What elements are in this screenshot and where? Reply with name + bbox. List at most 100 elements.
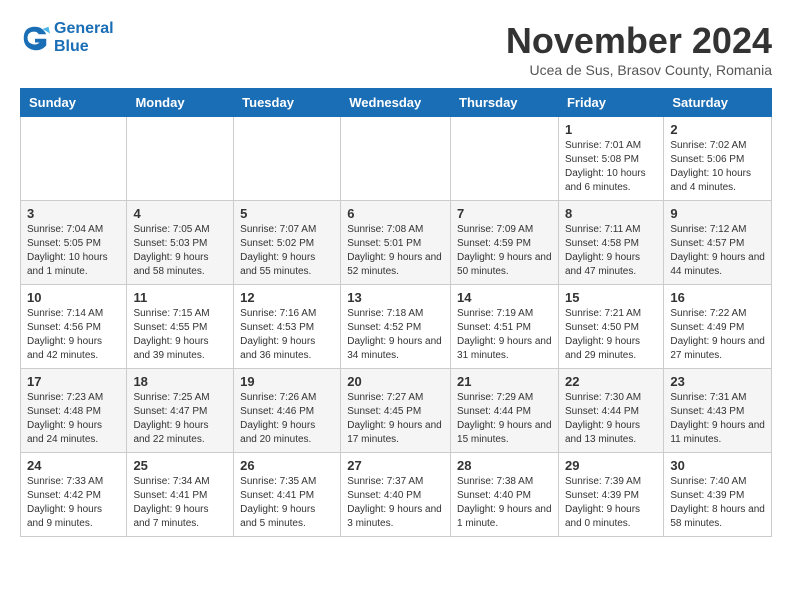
day-number: 22 (565, 374, 657, 389)
empty-day (127, 117, 234, 201)
calendar-day: 16Sunrise: 7:22 AM Sunset: 4:49 PM Dayli… (664, 285, 772, 369)
calendar-day: 10 Sunrise: 7:14 AM Sunset: 4:56 PM Dayli… (21, 285, 127, 369)
day-number: 4 (133, 206, 227, 221)
calendar-day: 11 Sunrise: 7:15 AM Sunset: 4:55 PM Dayli… (127, 285, 234, 369)
day-number: 6 (347, 206, 444, 221)
weekday-header: Saturday (664, 89, 772, 117)
calendar-day: 9 Sunrise: 7:12 AM Sunset: 4:57 PM Daylig… (664, 201, 772, 285)
logo-text: General Blue (54, 20, 114, 56)
calendar-day: 13 Sunrise: 7:18 AM Sunset: 4:52 PM Dayli… (341, 285, 451, 369)
weekday-header: Tuesday (234, 89, 341, 117)
day-info: Sunrise: 7:29 AM Sunset: 4:44 PM Dayligh… (457, 391, 552, 447)
day-info: Sunrise: 7:38 AM Sunset: 4:40 PM Dayligh… (457, 475, 552, 531)
day-info: Sunrise: 7:22 AM Sunset: 4:49 PM Dayligh… (670, 307, 765, 363)
weekday-header: Monday (127, 89, 234, 117)
calendar-day: 19 Sunrise: 7:26 AM Sunset: 4:46 PM Dayli… (234, 369, 341, 453)
day-number: 10 (27, 290, 120, 305)
day-info: Sunrise: 7:31 AM Sunset: 4:43 PM Dayligh… (670, 391, 765, 447)
day-number: 26 (240, 458, 334, 473)
day-number: 11 (133, 290, 227, 305)
day-number: 27 (347, 458, 444, 473)
calendar-day: 12 Sunrise: 7:16 AM Sunset: 4:53 PM Dayli… (234, 285, 341, 369)
calendar-day: 25Sunrise: 7:34 AM Sunset: 4:41 PM Dayli… (127, 453, 234, 537)
day-info: Sunrise: 7:05 AM Sunset: 5:03 PM Dayligh… (133, 223, 227, 279)
day-info: Sunrise: 7:15 AM Sunset: 4:55 PM Dayligh… (133, 307, 227, 363)
day-info: Sunrise: 7:04 AM Sunset: 5:05 PM Dayligh… (27, 223, 120, 279)
calendar-day: 5 Sunrise: 7:07 AM Sunset: 5:02 PM Daylig… (234, 201, 341, 285)
day-number: 5 (240, 206, 334, 221)
day-info: Sunrise: 7:01 AM Sunset: 5:08 PM Dayligh… (565, 139, 657, 195)
weekday-header: Thursday (451, 89, 559, 117)
day-number: 3 (27, 206, 120, 221)
day-info: Sunrise: 7:18 AM Sunset: 4:52 PM Dayligh… (347, 307, 444, 363)
calendar-day: 20 Sunrise: 7:27 AM Sunset: 4:45 PM Dayli… (341, 369, 451, 453)
calendar-day: 3 Sunrise: 7:04 AM Sunset: 5:05 PM Daylig… (21, 201, 127, 285)
calendar-day: 7 Sunrise: 7:09 AM Sunset: 4:59 PM Daylig… (451, 201, 559, 285)
calendar-day: 27 Sunrise: 7:37 AM Sunset: 4:40 PM Dayli… (341, 453, 451, 537)
logo: General Blue (20, 20, 114, 56)
day-info: Sunrise: 7:02 AM Sunset: 5:06 PM Dayligh… (670, 139, 765, 195)
calendar: SundayMondayTuesdayWednesdayThursdayFrid… (20, 88, 772, 537)
header: General Blue November 2024 Ucea de Sus, … (20, 20, 772, 78)
day-info: Sunrise: 7:21 AM Sunset: 4:50 PM Dayligh… (565, 307, 657, 363)
calendar-day: 15 Sunrise: 7:21 AM Sunset: 4:50 PM Dayli… (558, 285, 663, 369)
day-info: Sunrise: 7:40 AM Sunset: 4:39 PM Dayligh… (670, 475, 765, 531)
month-title: November 2024 (506, 20, 772, 62)
calendar-day: 30Sunrise: 7:40 AM Sunset: 4:39 PM Dayli… (664, 453, 772, 537)
calendar-day: 24 Sunrise: 7:33 AM Sunset: 4:42 PM Dayli… (21, 453, 127, 537)
day-info: Sunrise: 7:23 AM Sunset: 4:48 PM Dayligh… (27, 391, 120, 447)
day-number: 20 (347, 374, 444, 389)
day-info: Sunrise: 7:37 AM Sunset: 4:40 PM Dayligh… (347, 475, 444, 531)
day-number: 23 (670, 374, 765, 389)
day-number: 13 (347, 290, 444, 305)
day-info: Sunrise: 7:26 AM Sunset: 4:46 PM Dayligh… (240, 391, 334, 447)
calendar-day: 28 Sunrise: 7:38 AM Sunset: 4:40 PM Dayli… (451, 453, 559, 537)
day-info: Sunrise: 7:33 AM Sunset: 4:42 PM Dayligh… (27, 475, 120, 531)
weekday-header: Wednesday (341, 89, 451, 117)
day-number: 28 (457, 458, 552, 473)
day-number: 8 (565, 206, 657, 221)
calendar-day: 6 Sunrise: 7:08 AM Sunset: 5:01 PM Daylig… (341, 201, 451, 285)
day-number: 15 (565, 290, 657, 305)
day-info: Sunrise: 7:11 AM Sunset: 4:58 PM Dayligh… (565, 223, 657, 279)
day-number: 12 (240, 290, 334, 305)
day-info: Sunrise: 7:27 AM Sunset: 4:45 PM Dayligh… (347, 391, 444, 447)
day-number: 21 (457, 374, 552, 389)
calendar-day: 26Sunrise: 7:35 AM Sunset: 4:41 PM Dayli… (234, 453, 341, 537)
weekday-header: Friday (558, 89, 663, 117)
day-number: 29 (565, 458, 657, 473)
empty-day (21, 117, 127, 201)
calendar-day: 22Sunrise: 7:30 AM Sunset: 4:44 PM Dayli… (558, 369, 663, 453)
day-info: Sunrise: 7:25 AM Sunset: 4:47 PM Dayligh… (133, 391, 227, 447)
calendar-day: 8 Sunrise: 7:11 AM Sunset: 4:58 PM Daylig… (558, 201, 663, 285)
title-section: November 2024 Ucea de Sus, Brasov County… (506, 20, 772, 78)
day-number: 7 (457, 206, 552, 221)
day-info: Sunrise: 7:14 AM Sunset: 4:56 PM Dayligh… (27, 307, 120, 363)
day-info: Sunrise: 7:08 AM Sunset: 5:01 PM Dayligh… (347, 223, 444, 279)
location: Ucea de Sus, Brasov County, Romania (506, 62, 772, 78)
day-info: Sunrise: 7:09 AM Sunset: 4:59 PM Dayligh… (457, 223, 552, 279)
day-info: Sunrise: 7:12 AM Sunset: 4:57 PM Dayligh… (670, 223, 765, 279)
logo-icon (20, 23, 50, 53)
empty-day (451, 117, 559, 201)
day-info: Sunrise: 7:39 AM Sunset: 4:39 PM Dayligh… (565, 475, 657, 531)
calendar-day: 17 Sunrise: 7:23 AM Sunset: 4:48 PM Dayli… (21, 369, 127, 453)
day-info: Sunrise: 7:16 AM Sunset: 4:53 PM Dayligh… (240, 307, 334, 363)
calendar-day: 21 Sunrise: 7:29 AM Sunset: 4:44 PM Dayli… (451, 369, 559, 453)
calendar-day: 14Sunrise: 7:19 AM Sunset: 4:51 PM Dayli… (451, 285, 559, 369)
day-number: 24 (27, 458, 120, 473)
calendar-day: 23 Sunrise: 7:31 AM Sunset: 4:43 PM Dayli… (664, 369, 772, 453)
day-number: 17 (27, 374, 120, 389)
day-number: 25 (133, 458, 227, 473)
calendar-day: 1 Sunrise: 7:01 AM Sunset: 5:08 PM Daylig… (558, 117, 663, 201)
weekday-header: Sunday (21, 89, 127, 117)
day-number: 1 (565, 122, 657, 137)
day-number: 19 (240, 374, 334, 389)
day-number: 9 (670, 206, 765, 221)
empty-day (341, 117, 451, 201)
day-info: Sunrise: 7:19 AM Sunset: 4:51 PM Dayligh… (457, 307, 552, 363)
day-info: Sunrise: 7:07 AM Sunset: 5:02 PM Dayligh… (240, 223, 334, 279)
empty-day (234, 117, 341, 201)
calendar-day: 4 Sunrise: 7:05 AM Sunset: 5:03 PM Daylig… (127, 201, 234, 285)
day-number: 18 (133, 374, 227, 389)
